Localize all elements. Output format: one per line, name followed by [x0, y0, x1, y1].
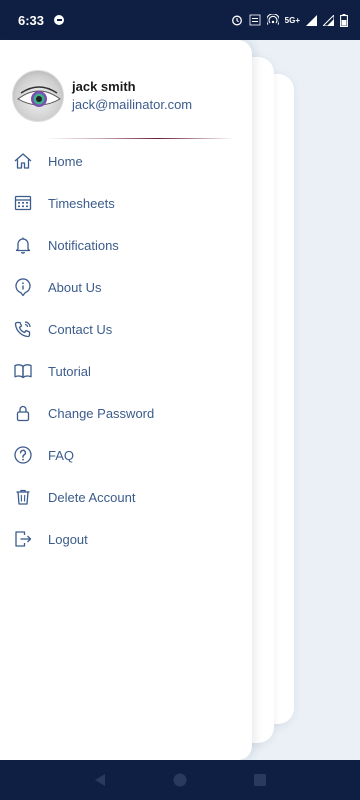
- calendar-icon: [12, 192, 34, 214]
- navigation-drawer: jack smith jack@mailinator.com Home Time…: [0, 40, 252, 760]
- signal-2-icon: [323, 14, 334, 26]
- home-icon: [12, 150, 34, 172]
- menu-item-delete-account[interactable]: Delete Account: [0, 476, 252, 518]
- status-icons: 5G+: [231, 13, 348, 27]
- notification-icon: [54, 15, 65, 25]
- home-button[interactable]: [170, 770, 190, 790]
- menu-item-contact-us[interactable]: Contact Us: [0, 308, 252, 350]
- menu-label: Logout: [48, 531, 88, 547]
- bell-icon: [12, 234, 34, 256]
- menu-item-timesheets[interactable]: Timesheets: [0, 182, 252, 224]
- status-time: 6:33: [18, 12, 45, 28]
- eye-image-icon: [17, 86, 61, 107]
- back-icon: [95, 774, 105, 786]
- phone-icon: [12, 318, 34, 340]
- battery-icon: [340, 13, 348, 27]
- recents-icon: [254, 774, 266, 786]
- question-icon: [12, 444, 34, 466]
- info-icon: [12, 276, 34, 298]
- volte-icon: [249, 14, 261, 26]
- menu-item-home[interactable]: Home: [0, 140, 252, 182]
- trash-icon: [12, 486, 34, 508]
- menu-label: FAQ: [48, 447, 75, 463]
- network-type: 5G+: [284, 15, 300, 25]
- back-button[interactable]: [90, 770, 110, 790]
- book-icon: [12, 360, 34, 382]
- menu-label: Tutorial: [48, 363, 91, 379]
- signal-icon: [306, 14, 317, 26]
- menu-item-about-us[interactable]: About Us: [0, 266, 252, 308]
- menu-item-tutorial[interactable]: Tutorial: [0, 350, 252, 392]
- menu-item-faq[interactable]: FAQ: [0, 434, 252, 476]
- divider: [44, 138, 234, 139]
- system-nav-bar: [0, 760, 360, 800]
- menu-label: Delete Account: [48, 489, 136, 505]
- status-bar: 6:33 5G+: [0, 0, 360, 40]
- logout-icon: [12, 528, 34, 550]
- menu-label: Change Password: [48, 405, 155, 421]
- menu-item-logout[interactable]: Logout: [0, 518, 252, 560]
- menu-label: About Us: [48, 279, 102, 295]
- profile-name: jack smith: [72, 79, 136, 94]
- menu-label: Contact Us: [48, 321, 113, 337]
- home-circle-icon: [173, 773, 187, 787]
- menu-item-notifications[interactable]: Notifications: [0, 224, 252, 266]
- menu-label: Timesheets: [48, 195, 115, 211]
- menu-item-change-password[interactable]: Change Password: [0, 392, 252, 434]
- alarm-icon: [231, 15, 242, 26]
- lock-icon: [12, 402, 34, 424]
- profile-email: jack@mailinator.com: [72, 97, 193, 112]
- hotspot-icon: [266, 14, 279, 25]
- menu-label: Notifications: [48, 237, 119, 253]
- profile-header[interactable]: jack smith jack@mailinator.com: [12, 70, 192, 122]
- menu-label: Home: [48, 153, 83, 169]
- recents-button[interactable]: [250, 770, 270, 790]
- avatar[interactable]: [12, 70, 64, 122]
